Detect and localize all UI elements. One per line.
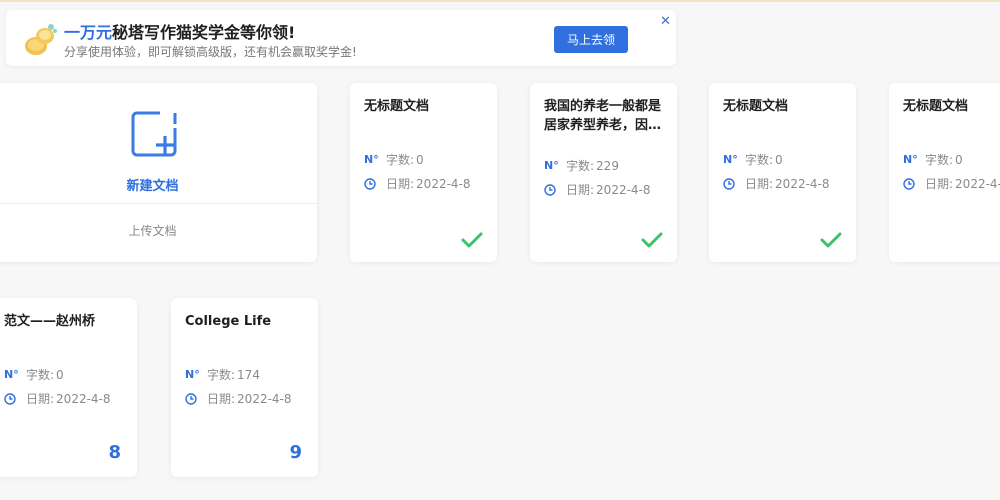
date-row: 日期: 2022-4-8 bbox=[544, 181, 651, 198]
date-row: 日期: 2022-4-8 bbox=[4, 390, 111, 407]
document-card[interactable]: 无标题文档 N° 字数: 0 日期: 2022-4-8 bbox=[889, 83, 1000, 262]
word-count-row: N° 字数: 174 bbox=[185, 366, 260, 383]
banner-title: 一万元秘塔写作猫奖学金等你领! bbox=[64, 19, 295, 43]
word-count-row: N° 字数: 0 bbox=[4, 366, 64, 383]
coins-icon bbox=[25, 24, 57, 55]
word-count-row: N° 字数: 0 bbox=[723, 151, 783, 168]
word-count-label: 字数: bbox=[566, 159, 595, 173]
date-label: 日期: bbox=[566, 183, 595, 197]
document-title: 无标题文档 bbox=[364, 99, 430, 114]
document-title: College Life bbox=[185, 314, 272, 329]
document-title: 范文——赵州桥 bbox=[4, 314, 96, 329]
check-icon bbox=[641, 232, 663, 248]
date-label: 日期: bbox=[925, 177, 954, 191]
claim-now-button[interactable]: 马上去领 bbox=[554, 26, 628, 53]
document-card[interactable]: 范文——赵州桥 N° 字数: 0 日期: 2022-4-8 8 bbox=[0, 298, 137, 477]
clock-icon bbox=[4, 392, 22, 405]
date-label: 日期: bbox=[745, 177, 774, 191]
word-count-label: 字数: bbox=[207, 368, 236, 382]
word-count-row: N° 字数: 0 bbox=[364, 151, 424, 168]
check-icon bbox=[461, 232, 483, 248]
close-icon[interactable]: ✕ bbox=[660, 14, 671, 29]
top-accent-line bbox=[0, 0, 1000, 2]
document-card[interactable]: 无标题文档 N° 字数: 0 日期: 2022-4-8 bbox=[709, 83, 856, 262]
word-count-label: 字数: bbox=[386, 153, 415, 167]
scholarship-banner: 一万元秘塔写作猫奖学金等你领! 分享使用体验，即可解锁高级版，还有机会赢取奖学金… bbox=[6, 10, 676, 66]
banner-title-highlight: 一万元 bbox=[64, 23, 113, 42]
upload-document-button[interactable]: 上传文档 bbox=[0, 222, 317, 239]
date-value: 2022-4-8 bbox=[955, 176, 1000, 191]
word-count-value: 174 bbox=[237, 367, 260, 382]
check-icon bbox=[820, 232, 842, 248]
banner-title-rest: 秘塔写作猫奖学金等你领! bbox=[112, 23, 296, 42]
divider bbox=[0, 203, 317, 204]
clock-icon bbox=[185, 392, 203, 405]
word-count-icon: N° bbox=[364, 153, 379, 166]
document-title: 我国的养老一般都是居家养型养老，因… bbox=[544, 99, 662, 133]
date-row: 日期: 2022-4-8 bbox=[903, 175, 1000, 192]
word-count-icon: N° bbox=[544, 159, 559, 172]
clock-icon bbox=[903, 177, 921, 190]
date-row: 日期: 2022-4-8 bbox=[364, 175, 471, 192]
new-document-card[interactable]: 新建文档 上传文档 bbox=[0, 83, 317, 262]
document-card[interactable]: 我国的养老一般都是居家养型养老，因… N° 字数: 229 日期: 2022-4… bbox=[530, 83, 677, 262]
document-title: 无标题文档 bbox=[903, 99, 969, 114]
new-document-label[interactable]: 新建文档 bbox=[0, 175, 317, 194]
banner-subtitle: 分享使用体验，即可解锁高级版，还有机会赢取奖学金! bbox=[64, 45, 357, 59]
word-count-icon: N° bbox=[185, 368, 200, 381]
word-count-row: N° 字数: 229 bbox=[544, 157, 619, 174]
clock-icon bbox=[723, 177, 741, 190]
word-count-value: 0 bbox=[416, 152, 424, 167]
date-value: 2022-4-8 bbox=[56, 391, 111, 406]
document-number: 9 bbox=[289, 442, 302, 463]
date-row: 日期: 2022-4-8 bbox=[723, 175, 830, 192]
date-label: 日期: bbox=[386, 177, 415, 191]
document-card[interactable]: College Life N° 字数: 174 日期: 2022-4-8 9 bbox=[171, 298, 318, 477]
clock-icon bbox=[364, 177, 382, 190]
document-card[interactable]: 无标题文档 N° 字数: 0 日期: 2022-4-8 bbox=[350, 83, 497, 262]
word-count-icon: N° bbox=[903, 153, 918, 166]
date-value: 2022-4-8 bbox=[775, 176, 830, 191]
new-document-icon bbox=[131, 111, 177, 157]
date-value: 2022-4-8 bbox=[416, 176, 471, 191]
date-value: 2022-4-8 bbox=[237, 391, 292, 406]
word-count-icon: N° bbox=[4, 368, 19, 381]
word-count-value: 0 bbox=[955, 152, 963, 167]
word-count-label: 字数: bbox=[745, 153, 774, 167]
word-count-label: 字数: bbox=[26, 368, 55, 382]
word-count-value: 0 bbox=[56, 367, 64, 382]
date-label: 日期: bbox=[207, 392, 236, 406]
word-count-label: 字数: bbox=[925, 153, 954, 167]
document-number: 8 bbox=[108, 442, 121, 463]
word-count-value: 0 bbox=[775, 152, 783, 167]
word-count-icon: N° bbox=[723, 153, 738, 166]
word-count-row: N° 字数: 0 bbox=[903, 151, 963, 168]
word-count-value: 229 bbox=[596, 158, 619, 173]
date-value: 2022-4-8 bbox=[596, 182, 651, 197]
date-row: 日期: 2022-4-8 bbox=[185, 390, 292, 407]
clock-icon bbox=[544, 183, 562, 196]
document-title: 无标题文档 bbox=[723, 99, 789, 114]
date-label: 日期: bbox=[26, 392, 55, 406]
